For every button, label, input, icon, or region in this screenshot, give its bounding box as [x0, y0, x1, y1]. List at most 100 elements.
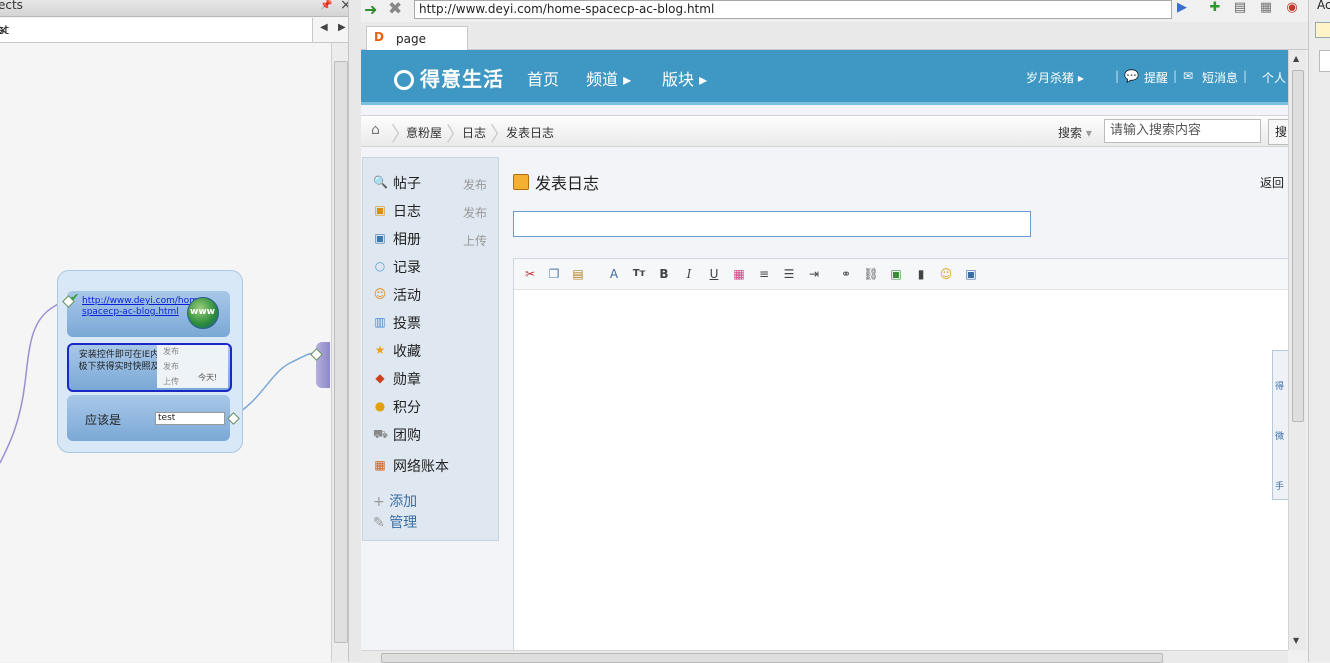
- sidebar-item-activity[interactable]: ☺ 活动: [373, 284, 493, 304]
- sidebar-item-groupbuy[interactable]: ⛟ 团购: [373, 424, 493, 444]
- image-icon[interactable]: ▣: [888, 266, 904, 282]
- crumb-post-blog: 发表日志: [506, 126, 555, 140]
- user-menu[interactable]: 岁月杀猪 ▸: [1026, 69, 1084, 86]
- video-icon[interactable]: ▮: [913, 266, 929, 282]
- url-input[interactable]: http://www.deyi.com/home-spacecp-ac-blog…: [414, 0, 1172, 19]
- align-icon[interactable]: ≡: [756, 266, 772, 282]
- designer-tab[interactable]: st ×: [0, 18, 313, 42]
- bold-icon[interactable]: B: [656, 266, 672, 282]
- designer-vscroll-thumb[interactable]: [334, 61, 348, 643]
- sidebar-item-blog[interactable]: ▣ 日志 发布: [373, 200, 493, 220]
- panel-icon[interactable]: [1315, 22, 1330, 38]
- crumb-fanhouse[interactable]: 意粉屋: [406, 124, 442, 141]
- snapshot-node-text: 安装控件即可在IE内极下获得实时快照及: [78, 350, 160, 372]
- color-icon[interactable]: ▦: [731, 266, 747, 282]
- font-icon[interactable]: A: [606, 266, 622, 282]
- list-icon[interactable]: ☰: [781, 266, 797, 282]
- sidebar-album-action[interactable]: 上传: [463, 232, 487, 249]
- search-button[interactable]: 搜: [1268, 119, 1288, 145]
- snapshot-node[interactable]: 安装控件即可在IE内极下获得实时快照及 发布 发布 上传 今天!: [67, 343, 232, 392]
- sidebar-add-link[interactable]: + 添加: [373, 491, 417, 511]
- rich-text-editor[interactable]: ✂ ❐ ▤ A Tт B I U ▦ ≡ ☰ ⇥ ⚭ ⛓ ▣ ▮ ☺ ▣: [513, 258, 1288, 650]
- browser-vscroll[interactable]: ▲ ▼: [1288, 50, 1306, 650]
- add-icon[interactable]: ✚: [1208, 1, 1222, 15]
- remind-link[interactable]: 提醒: [1144, 69, 1168, 86]
- medal-icon: ◆: [375, 371, 385, 385]
- tab-prev-icon[interactable]: ◀: [320, 22, 328, 33]
- url-node[interactable]: ✔ http://www.deyi.com/home-spacecp-ac-bl…: [67, 291, 230, 337]
- copy-icon[interactable]: ❐: [546, 266, 562, 282]
- database-icon[interactable]: ▦: [1259, 1, 1273, 15]
- test-node-label: 应该是: [85, 413, 122, 427]
- go-icon[interactable]: ▶: [1177, 0, 1187, 15]
- nav-boards[interactable]: 版块 ▸: [662, 66, 707, 90]
- page-icon[interactable]: ▤: [1233, 1, 1247, 15]
- save-icon[interactable]: ▣: [963, 266, 979, 282]
- sidebar-item-poll[interactable]: ▥ 投票: [373, 312, 493, 332]
- test-node-input[interactable]: test: [155, 412, 225, 425]
- test-node[interactable]: 应该是 test: [67, 395, 230, 441]
- cookie-icon[interactable]: ◉: [1285, 1, 1299, 15]
- web-viewport: 得意生活 首页 频道 ▸ 版块 ▸ 岁月杀猪 ▸ | 💬 提醒 | ✉ 短消息 …: [361, 50, 1288, 650]
- scroll-down-icon[interactable]: ▼: [1293, 636, 1299, 645]
- blog-title-input[interactable]: [513, 211, 1031, 237]
- search-input[interactable]: 请输入搜索内容: [1104, 119, 1261, 143]
- unlink-icon[interactable]: ⛓: [863, 266, 879, 282]
- url-node-link[interactable]: http://www.deyi.com/home-spacecp-ac-blog…: [82, 296, 207, 318]
- sidebar-item-favorite[interactable]: ★ 收藏: [373, 340, 493, 360]
- crumb-blog[interactable]: 日志: [462, 124, 486, 141]
- home-icon[interactable]: ⌂: [371, 122, 380, 138]
- floating-share-bar[interactable]: 得 微 手: [1272, 350, 1288, 500]
- sidebar-blog-action[interactable]: 发布: [463, 204, 487, 221]
- floatbar-item-0[interactable]: 得: [1275, 379, 1284, 392]
- font-size-icon[interactable]: Tт: [631, 266, 647, 282]
- node-group[interactable]: ✔ http://www.deyi.com/home-spacecp-ac-bl…: [57, 270, 243, 453]
- main-content: 发表日志 返回 ✂ ❐ ▤ A Tт B I U ▦ ≡ ☰ ⇥ ⚭ ⛓ ▣ ▮…: [513, 158, 1288, 650]
- designer-vscroll[interactable]: [331, 43, 349, 662]
- personal-link[interactable]: 个人: [1262, 69, 1286, 86]
- tab-close-icon[interactable]: ×: [0, 23, 8, 37]
- browser-vscroll-thumb[interactable]: [1292, 70, 1304, 422]
- underline-icon[interactable]: U: [706, 266, 722, 282]
- search-type-select[interactable]: 搜索 ▾: [1058, 124, 1092, 141]
- sidebar-item-points[interactable]: ● 积分: [373, 396, 493, 416]
- italic-icon[interactable]: I: [681, 266, 697, 282]
- floatbar-item-2[interactable]: 手: [1275, 479, 1284, 492]
- sidebar-item-record[interactable]: ○ 记录: [373, 256, 493, 276]
- back-link[interactable]: 返回: [1260, 174, 1284, 191]
- scroll-up-icon[interactable]: ▲: [1293, 54, 1299, 63]
- stop-icon[interactable]: ✖: [388, 0, 402, 19]
- site-logo[interactable]: 得意生活: [394, 63, 504, 91]
- floatbar-item-1[interactable]: 微: [1275, 429, 1284, 442]
- browser-hscroll[interactable]: [361, 650, 1288, 663]
- browser-tab[interactable]: D page: [366, 26, 468, 50]
- sidebar-item-album[interactable]: ▣ 相册 上传: [373, 228, 493, 248]
- sidebar-post-action[interactable]: 发布: [463, 176, 487, 193]
- indent-icon[interactable]: ⇥: [806, 266, 822, 282]
- pin-icon[interactable]: 📌: [320, 0, 332, 11]
- panel-field[interactable]: [1319, 50, 1330, 72]
- nav-channels[interactable]: 频道 ▸: [586, 66, 631, 90]
- poll-icon: ▥: [374, 315, 386, 329]
- tab-favicon: D: [374, 30, 384, 44]
- favorite-icon: ★: [374, 343, 386, 357]
- smiley-icon[interactable]: ☺: [938, 266, 954, 282]
- sidebar-item-medal[interactable]: ◆ 勋章: [373, 368, 493, 388]
- link-icon[interactable]: ⚭: [838, 266, 854, 282]
- sidebar-manage-link[interactable]: ✎ 管理: [373, 512, 417, 532]
- messages-link[interactable]: 短消息: [1202, 69, 1238, 86]
- right-panel-title: Ac: [1317, 0, 1330, 12]
- user-sidebar: 🔍 帖子 发布 ▣ 日志 发布 ▣ 相册 上传 ○ 记录 ☺ 活动 ▥ 投票 ★ 收藏 ◆ 勋章 ● 积…: [362, 157, 499, 541]
- nav-home[interactable]: 首页: [527, 66, 559, 90]
- back-icon[interactable]: ➜: [364, 0, 377, 19]
- sidebar-item-ledger[interactable]: ▦ 网络账本: [373, 455, 493, 475]
- page-title: 发表日志: [513, 170, 599, 194]
- tab-next-icon[interactable]: ▶: [338, 22, 346, 33]
- blog-title-icon: [513, 174, 529, 190]
- panel-splitter[interactable]: [348, 0, 362, 662]
- paste-icon[interactable]: ▤: [570, 266, 586, 282]
- blog-icon: ▣: [374, 203, 386, 217]
- cut-icon[interactable]: ✂: [522, 266, 538, 282]
- sidebar-item-post[interactable]: 🔍 帖子 发布: [373, 172, 493, 192]
- points-icon: ●: [374, 399, 386, 413]
